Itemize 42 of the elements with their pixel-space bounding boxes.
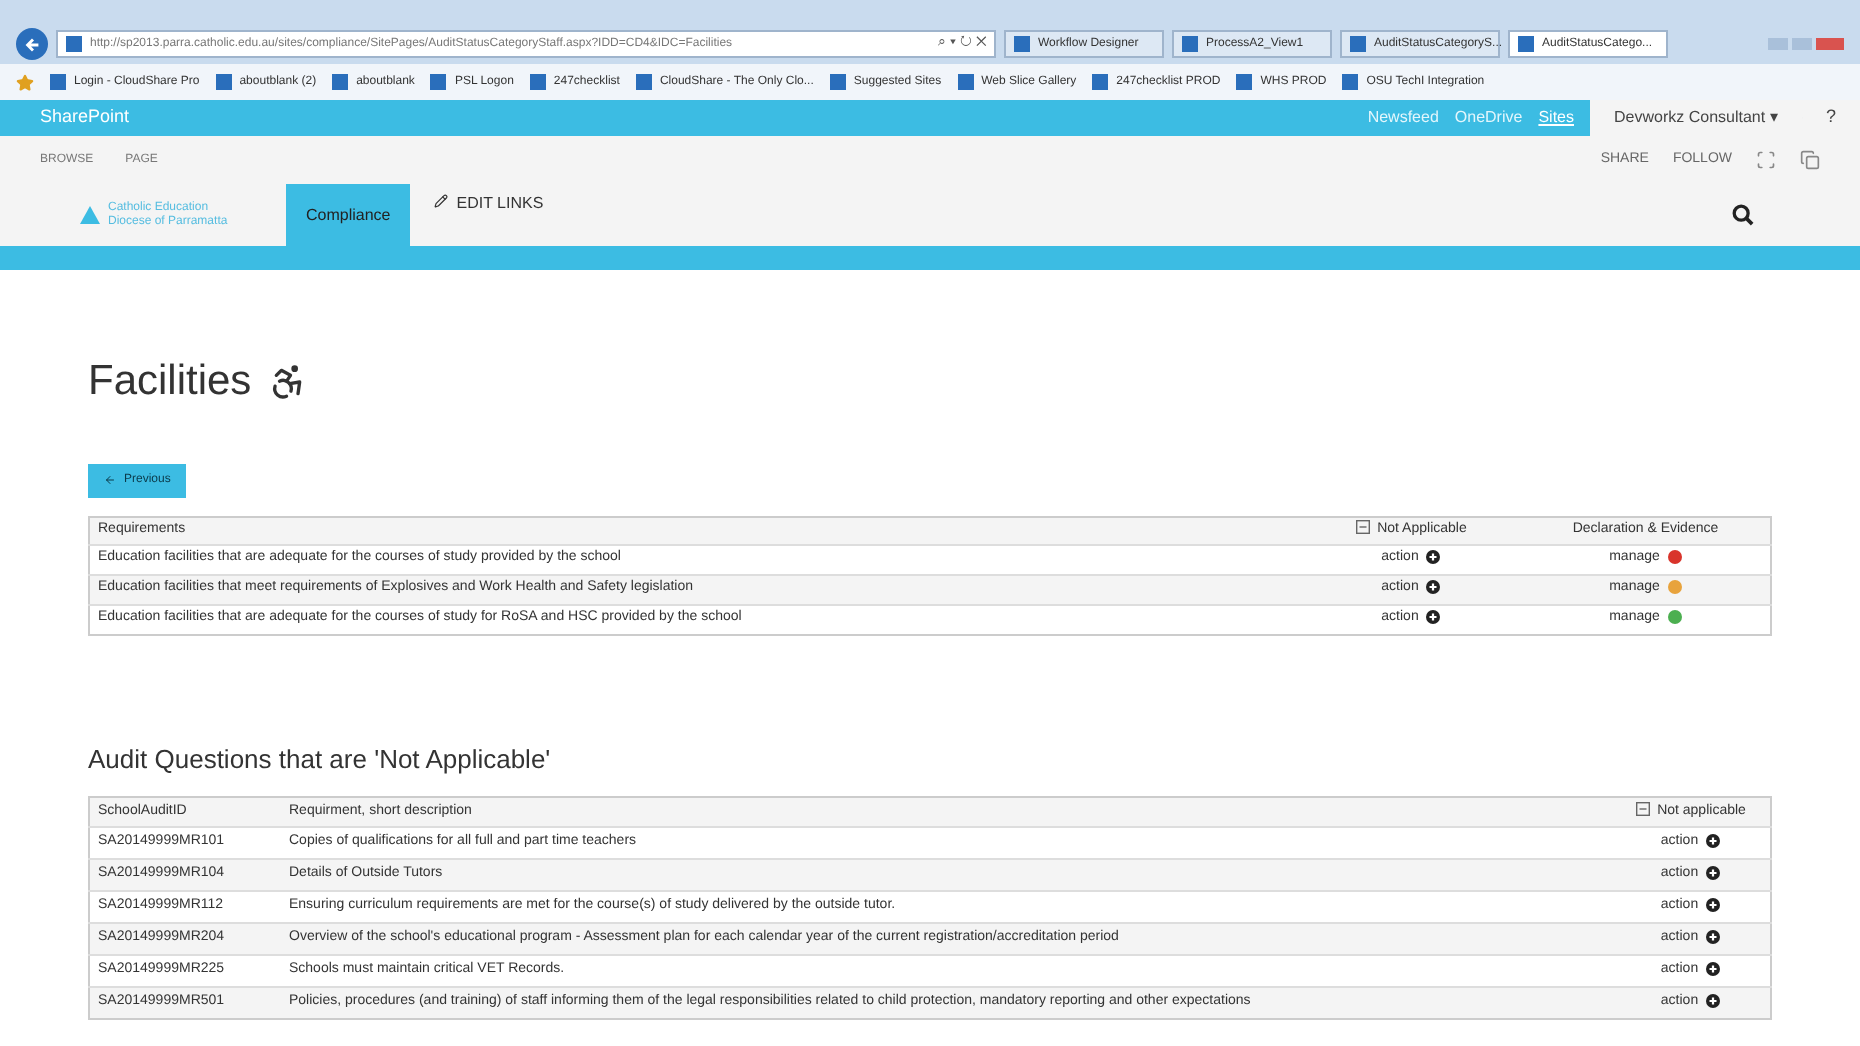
collapse-icon[interactable]	[1355, 520, 1370, 535]
page-icon	[1518, 36, 1534, 52]
search-icon[interactable]	[1732, 204, 1754, 226]
page-icon	[829, 74, 846, 90]
user-menu[interactable]: Devworkz Consultant ▾	[1614, 106, 1778, 130]
plus-circle-icon	[1706, 961, 1721, 976]
page-icon	[66, 36, 82, 52]
pencil-icon	[434, 194, 449, 208]
page-icon	[50, 74, 66, 90]
focus-icon[interactable]	[1756, 150, 1776, 170]
plus-circle-icon	[1706, 865, 1721, 880]
page-icon	[529, 74, 546, 90]
page-icon	[957, 74, 974, 90]
page-icon	[332, 74, 349, 90]
page-icon	[1182, 36, 1198, 52]
plus-circle-icon	[1426, 579, 1441, 594]
collapse-icon[interactable]	[1635, 802, 1650, 817]
nav-tab[interactable]: Compliance	[286, 184, 411, 246]
star-icon[interactable]	[16, 73, 34, 91]
page-icon	[1350, 36, 1366, 52]
page-icon	[1236, 74, 1253, 90]
back-button[interactable]	[16, 28, 48, 60]
plus-circle-icon	[1426, 549, 1441, 564]
plus-circle-icon	[1706, 929, 1721, 944]
plus-circle-icon	[1706, 993, 1721, 1008]
section-heading: Audit Questions that are 'Not Applicable'	[88, 741, 553, 778]
plus-circle-icon	[1706, 897, 1721, 912]
logo-icon	[80, 206, 100, 224]
page-icon	[215, 74, 232, 90]
arrow-left-icon	[104, 474, 116, 486]
back-arrow-icon	[23, 35, 41, 53]
page-icon	[430, 74, 447, 90]
page-icon	[635, 74, 652, 90]
edit-links[interactable]: EDIT LINKS	[456, 192, 544, 216]
help-link[interactable]: ?	[1825, 104, 1836, 132]
page-icon	[1014, 36, 1030, 52]
page-icon	[1342, 74, 1359, 90]
page-icon	[1092, 74, 1109, 90]
page-title: Facilities	[88, 356, 252, 408]
plus-circle-icon	[1706, 833, 1721, 848]
plus-circle-icon	[1426, 609, 1441, 624]
window-controls-drawing	[1768, 38, 1844, 50]
